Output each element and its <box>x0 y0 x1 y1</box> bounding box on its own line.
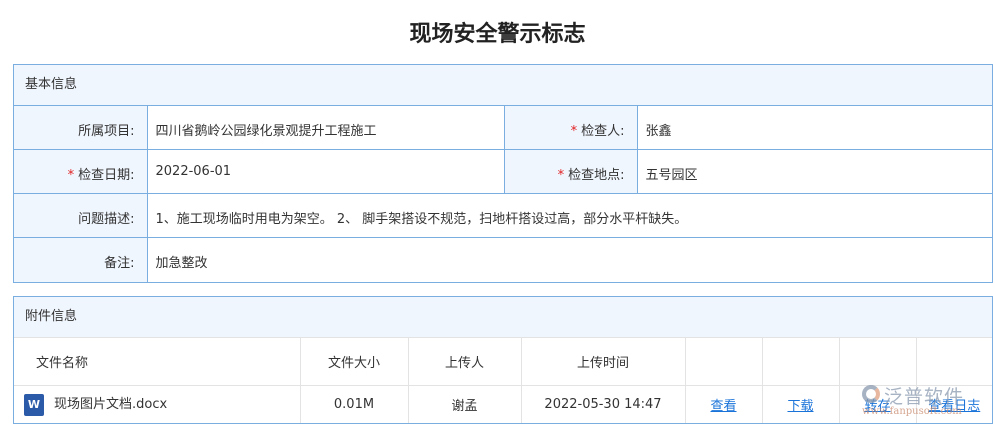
file-name-cell: W 现场图片文档.docx <box>14 385 301 423</box>
date-value: 2022-06-01 <box>147 149 505 194</box>
uploader: 谢孟 <box>408 385 522 423</box>
issue-label: 问题描述: <box>14 193 148 238</box>
required-mark: * <box>557 168 565 183</box>
download-link[interactable]: 下载 <box>787 399 813 414</box>
page-title: 现场安全警示标志 <box>409 22 586 47</box>
col-upload-time: 上传时间 <box>521 337 686 386</box>
word-file-icon: W <box>24 393 44 416</box>
table-header: 文件名称 文件大小 上传人 上传时间 <box>14 337 992 386</box>
form-row: * 检查日期: 2022-06-01 * 检查地点: 五号园区 <box>14 149 992 194</box>
view-link[interactable]: 查看 <box>710 399 736 414</box>
project-label: 所属项目: <box>14 105 148 150</box>
inspector-value: 张鑫 <box>637 105 992 150</box>
label-text: 检查日期: <box>78 168 135 183</box>
issue-value: 1、施工现场临时用电为架空。 2、 脚手架搭设不规范，扫地杆搭设过高，部分水平杆… <box>147 193 992 238</box>
upload-time: 2022-05-30 14:47 <box>521 385 686 423</box>
table-row: W 现场图片文档.docx 0.01M 谢孟 2022-05-30 14:47 查… <box>14 385 992 423</box>
col-uploader: 上传人 <box>408 337 522 386</box>
col-file-size: 文件大小 <box>300 337 409 386</box>
location-value: 五号园区 <box>637 149 992 194</box>
date-label: * 检查日期: <box>14 149 148 194</box>
section-header: 基本信息 <box>14 65 992 105</box>
required-mark: * <box>67 168 75 183</box>
form-row: 备注: 加急整改 <box>14 237 992 282</box>
remark-label: 备注: <box>14 237 148 282</box>
col-file-name: 文件名称 <box>14 337 301 386</box>
label-text: 检查地点: <box>568 168 625 183</box>
location-label: * 检查地点: <box>504 149 638 194</box>
remark-value: 加急整改 <box>147 237 992 282</box>
file-name: 现场图片文档.docx <box>54 397 168 412</box>
basic-info-section: 基本信息 所属项目: 四川省鹅岭公园绿化景观提升工程施工 * 检查人: 张鑫 * 检… <box>13 64 993 283</box>
form-row: 所属项目: 四川省鹅岭公园绿化景观提升工程施工 * 检查人: 张鑫 <box>14 105 992 150</box>
inspector-label: * 检查人: <box>504 105 638 150</box>
save-link[interactable]: 转存 <box>864 399 890 414</box>
attachment-section: 附件信息 文件名称 文件大小 上传人 上传时间 W 现场图片文档.docx 0.0… <box>13 296 993 424</box>
file-size: 0.01M <box>300 385 409 423</box>
section-header: 附件信息 <box>14 297 992 337</box>
label-text: 检查人: <box>581 124 625 139</box>
view-log-link[interactable]: 查看日志 <box>928 399 980 414</box>
required-mark: * <box>570 124 578 139</box>
project-value: 四川省鹅岭公园绿化景观提升工程施工 <box>147 105 505 150</box>
form-row: 问题描述: 1、施工现场临时用电为架空。 2、 脚手架搭设不规范，扫地杆搭设过高… <box>14 193 992 238</box>
